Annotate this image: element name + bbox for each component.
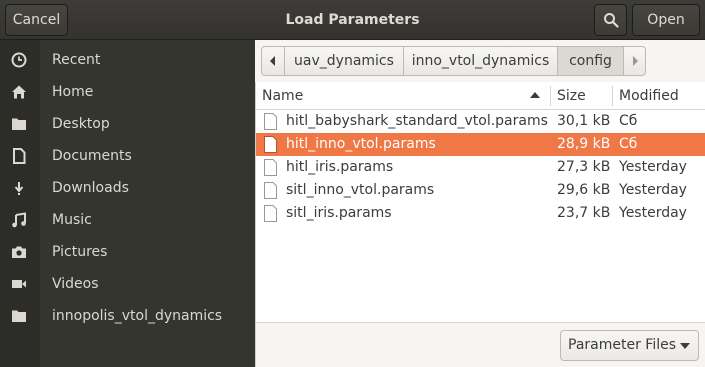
path-scroll-right-button[interactable]	[623, 46, 646, 76]
file-name: hitl_iris.params	[286, 159, 394, 175]
file-icon	[264, 182, 277, 199]
chevron-right-icon	[632, 56, 638, 66]
file-name: hitl_babyshark_standard_vtol.params	[286, 113, 548, 129]
sidebar-item-innopolis-vtol-dynamics[interactable]: innopolis_vtol_dynamics	[0, 300, 255, 332]
folder-icon	[12, 118, 26, 130]
file-row-selected[interactable]: hitl_inno_vtol.params 28,9 kB Сб	[256, 133, 705, 156]
path-segment-config[interactable]: config	[557, 46, 624, 76]
column-divider	[612, 86, 613, 106]
column-header-row: Name Size Modified	[256, 82, 705, 110]
sidebar-item-label: Documents	[52, 148, 132, 164]
sidebar-item-music[interactable]: Music	[0, 204, 255, 236]
column-divider	[550, 86, 551, 106]
file-name: sitl_inno_vtol.params	[286, 182, 435, 198]
file-modified: Yesterday	[619, 182, 687, 198]
path-scroll-left-button[interactable]	[261, 46, 285, 76]
search-icon	[603, 13, 619, 28]
camera-icon	[12, 246, 26, 258]
sidebar-item-downloads[interactable]: Downloads	[0, 172, 255, 204]
header-bar: Cancel Load Parameters Open	[0, 0, 705, 40]
download-icon	[14, 182, 24, 195]
file-row[interactable]: sitl_inno_vtol.params 29,6 kB Yesterday	[256, 179, 705, 202]
file-row[interactable]: hitl_iris.params 27,3 kB Yesterday	[256, 156, 705, 179]
sidebar-item-documents[interactable]: Documents	[0, 140, 255, 172]
column-header-name[interactable]: Name	[262, 82, 303, 110]
folder-icon	[12, 310, 26, 322]
file-modified: Сб	[619, 113, 638, 129]
video-icon	[12, 280, 26, 288]
sidebar-item-label: innopolis_vtol_dynamics	[52, 308, 223, 324]
sidebar-item-label: Home	[52, 84, 94, 100]
file-size: 28,9 kB	[557, 136, 611, 152]
clock-icon	[11, 52, 27, 68]
sidebar-item-label: Downloads	[52, 180, 129, 196]
sidebar-item-label: Music	[52, 212, 92, 228]
file-type-filter-dropdown[interactable]: Parameter Files	[560, 330, 699, 361]
file-name: hitl_inno_vtol.params	[286, 136, 436, 152]
file-modified: Yesterday	[619, 159, 687, 175]
file-name: sitl_iris.params	[286, 205, 392, 221]
sidebar-item-videos[interactable]: Videos	[0, 268, 255, 300]
open-button[interactable]: Open	[632, 4, 700, 36]
file-modified: Сб	[619, 136, 638, 152]
sidebar-item-label: Pictures	[52, 244, 108, 260]
sidebar-item-label: Videos	[52, 276, 99, 292]
path-bar: uav_dynamics inno_vtol_dynamics config	[255, 40, 705, 82]
sidebar-item-desktop[interactable]: Desktop	[0, 108, 255, 140]
file-modified: Yesterday	[619, 205, 687, 221]
sidebar-item-recent[interactable]: Recent	[0, 44, 255, 76]
file-row[interactable]: hitl_babyshark_standard_vtol.params 30,1…	[256, 110, 705, 133]
column-header-modified[interactable]: Modified	[619, 82, 679, 110]
chevron-left-icon	[270, 56, 275, 66]
path-segment-uav-dynamics[interactable]: uav_dynamics	[284, 46, 404, 76]
sidebar-item-label: Desktop	[52, 116, 110, 132]
sidebar-item-pictures[interactable]: Pictures	[0, 236, 255, 268]
column-header-size[interactable]: Size	[557, 82, 586, 110]
filter-selected-label: Parameter Files	[568, 337, 677, 353]
file-size: 29,6 kB	[557, 182, 611, 198]
file-icon	[264, 136, 277, 153]
sort-ascending-icon	[530, 92, 540, 98]
file-row[interactable]: sitl_iris.params 23,7 kB Yesterday	[256, 202, 705, 225]
home-icon	[12, 85, 26, 99]
file-size: 27,3 kB	[557, 159, 611, 175]
chevron-down-icon	[680, 343, 690, 349]
filter-bar: Parameter Files	[255, 322, 705, 367]
file-icon	[264, 113, 277, 130]
document-icon	[13, 148, 26, 164]
search-button[interactable]	[594, 4, 627, 36]
file-size: 23,7 kB	[557, 205, 611, 221]
file-icon	[264, 205, 277, 222]
file-size: 30,1 kB	[557, 113, 611, 129]
places-sidebar: Recent Home Desktop Documents Downloads	[0, 40, 255, 367]
path-segment-inno-vtol-dynamics[interactable]: inno_vtol_dynamics	[403, 46, 558, 76]
sidebar-item-label: Recent	[52, 52, 101, 68]
file-list: Name Size Modified hitl_babyshark_standa…	[255, 82, 705, 322]
cancel-button[interactable]: Cancel	[5, 4, 68, 36]
file-icon	[264, 159, 277, 176]
sidebar-item-home[interactable]: Home	[0, 76, 255, 108]
music-icon	[12, 212, 26, 228]
